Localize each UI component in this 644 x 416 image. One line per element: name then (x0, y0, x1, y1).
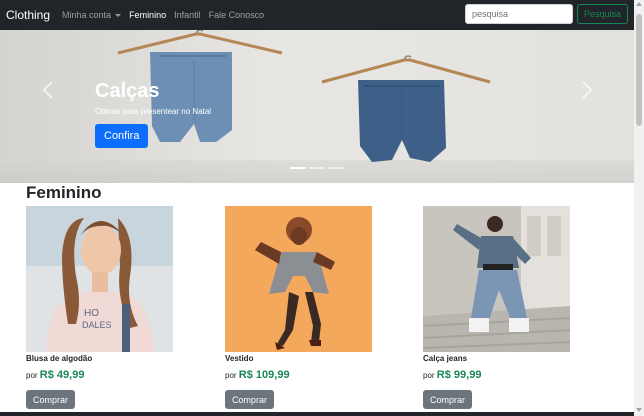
scroll-up-arrow-icon[interactable] (636, 2, 642, 6)
product-image[interactable] (423, 206, 570, 352)
buy-button[interactable]: Comprar (423, 390, 473, 409)
svg-text:DALES: DALES (82, 320, 112, 330)
product-name[interactable]: Vestido (225, 354, 375, 363)
price-prefix: por (225, 371, 237, 380)
product-price: R$ 109,99 (238, 369, 290, 381)
chevron-right-icon (582, 81, 593, 99)
page-scrollbar[interactable] (634, 0, 644, 416)
svg-text:HO: HO (84, 308, 99, 319)
hero-carousel: Calças Otimas para presentear no Natal C… (0, 30, 634, 183)
product-card: HO DALES Blusa de algodão por R$ 49,99 C… (26, 206, 176, 409)
product-price-line: por R$ 109,99 (225, 369, 375, 381)
brand-logo[interactable]: Clothing (6, 8, 50, 22)
carousel-next-button[interactable] (572, 75, 602, 105)
nav-feminino[interactable]: Feminino (129, 10, 166, 20)
carousel-indicator-1[interactable] (290, 167, 306, 169)
buy-button[interactable]: Comprar (26, 390, 76, 409)
product-image[interactable]: HO DALES (26, 206, 173, 352)
product-card: Vestido por R$ 109,99 Comprar (225, 206, 375, 409)
carousel-indicator-3[interactable] (328, 167, 344, 169)
scrollbar-thumb[interactable] (636, 14, 642, 126)
nav-fale-conosco[interactable]: Fale Conosco (209, 10, 265, 20)
product-price: R$ 49,99 (39, 369, 85, 381)
caret-down-icon (115, 13, 122, 17)
product-name[interactable]: Blusa de algodão (26, 354, 176, 363)
nav-minha-conta[interactable]: Minha conta (62, 10, 122, 20)
search-input[interactable] (464, 4, 573, 24)
carousel-subtitle: Otimas para presentear no Natal (95, 107, 212, 116)
search-form: Pesquisa (464, 4, 628, 24)
carousel-caption: Calças Otimas para presentear no Natal C… (95, 80, 211, 148)
product-image[interactable] (225, 206, 372, 352)
nav-minha-conta-label: Minha conta (62, 10, 112, 20)
product-card: Calça jeans por R$ 99,99 Comprar (423, 206, 573, 409)
carousel-indicators (290, 167, 347, 169)
search-button[interactable]: Pesquisa (576, 4, 628, 24)
carousel-prev-button[interactable] (33, 75, 63, 105)
product-price-line: por R$ 99,99 (423, 369, 573, 381)
product-price: R$ 99,99 (436, 369, 482, 381)
section-title: Feminino (26, 183, 102, 202)
confira-button[interactable]: Confira (95, 124, 149, 148)
price-prefix: por (423, 371, 435, 380)
price-prefix: por (26, 371, 38, 380)
bottom-edge (0, 412, 634, 416)
product-name[interactable]: Calça jeans (423, 354, 573, 363)
chevron-left-icon (42, 81, 53, 99)
carousel-indicator-2[interactable] (309, 167, 325, 169)
top-navbar: Clothing Minha conta Feminino Infantil F… (0, 0, 634, 30)
carousel-title: Calças (95, 80, 160, 102)
nav-infantil[interactable]: Infantil (174, 10, 201, 20)
product-price-line: por R$ 49,99 (26, 369, 176, 381)
buy-button[interactable]: Comprar (225, 390, 275, 409)
scroll-down-arrow-icon[interactable] (636, 408, 642, 412)
